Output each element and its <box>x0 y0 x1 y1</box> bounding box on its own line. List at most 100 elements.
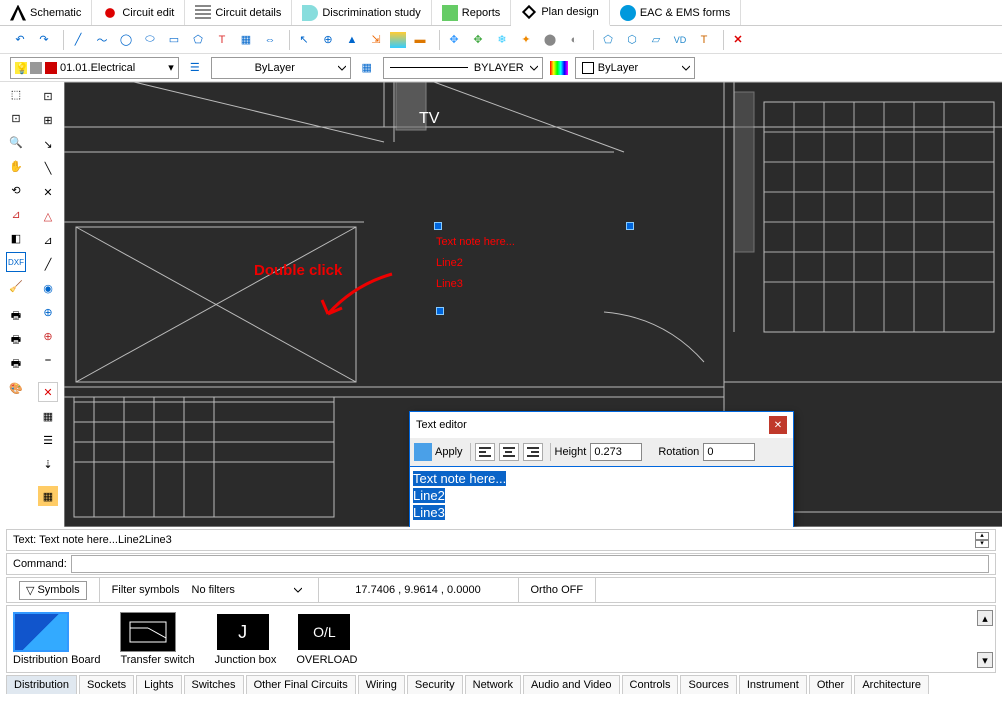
image-tool[interactable] <box>390 32 406 48</box>
align-center-button[interactable] <box>499 443 519 461</box>
symbol-transfer-switch[interactable]: Transfer switch <box>120 612 194 666</box>
line-tool[interactable]: ╱ <box>68 30 88 50</box>
text-tool[interactable]: T <box>212 30 232 50</box>
arrow-icon[interactable]: ⇣ <box>38 454 58 474</box>
undo-button[interactable]: ↶ <box>10 30 30 50</box>
zoom-window-icon[interactable]: ⊡ <box>6 108 26 128</box>
snap-mid-icon[interactable]: ⊞ <box>38 110 58 130</box>
snap-int-icon[interactable]: ✕ <box>38 182 58 202</box>
trim-tool[interactable]: ⬤ <box>540 30 560 50</box>
align-right-button[interactable] <box>523 443 543 461</box>
font-tool[interactable]: T <box>694 30 714 50</box>
selection-handle[interactable] <box>626 222 634 230</box>
gallery-scroll-up[interactable]: ▴ <box>977 610 993 626</box>
extend-tool[interactable]: ◐ <box>564 30 584 50</box>
snap-node-icon[interactable]: ◉ <box>38 278 58 298</box>
ellipse-tool[interactable]: ⬭ <box>140 30 160 50</box>
drawing-canvas[interactable]: TV Text note here... Line2 Line3 Double … <box>64 82 1002 527</box>
symbol-distribution-board[interactable]: Distribution Board <box>13 612 100 666</box>
dimension-tool[interactable]: ⇔ <box>260 30 280 50</box>
zoom-prev-icon[interactable]: ⟲ <box>6 180 26 200</box>
layer-manager-icon[interactable]: ☰ <box>185 58 205 78</box>
vd-tool[interactable]: VD <box>670 30 690 50</box>
command-input[interactable] <box>71 555 989 573</box>
move-tool[interactable]: ✥ <box>444 30 464 50</box>
layer-selector[interactable]: 💡 01.01.Electrical ▾ <box>10 57 179 79</box>
rotate-tool[interactable]: ✥ <box>468 30 488 50</box>
apply-button[interactable]: Apply <box>414 443 463 461</box>
join-tool[interactable]: ▱ <box>646 30 666 50</box>
arc-tool[interactable]: 〜 <box>92 30 112 50</box>
print-icon[interactable]: 🖶 <box>6 306 26 326</box>
measure-tool[interactable]: ↖ <box>294 30 314 50</box>
dxf-icon[interactable]: DXF <box>6 252 26 272</box>
scale-tool[interactable]: ❄ <box>492 30 512 50</box>
snap-ins-icon[interactable]: ⊕ <box>38 302 58 322</box>
symbol-overload[interactable]: O/LOVERLOAD <box>296 612 357 666</box>
text-note[interactable]: Text note here... Line2 Line3 <box>436 229 515 292</box>
history-spinner[interactable]: ▴▾ <box>975 532 989 548</box>
mirror-tool[interactable]: ▲ <box>342 30 362 50</box>
tab-schematic[interactable]: Schematic <box>0 0 92 25</box>
snap-end-icon[interactable]: ⊡ <box>38 86 58 106</box>
snap-tan-icon[interactable]: ╱ <box>38 254 58 274</box>
snap-quad-icon[interactable]: ⊿ <box>38 230 58 250</box>
palette-icon[interactable]: 🎨 <box>6 378 26 398</box>
lineweight-icon[interactable]: ▦ <box>357 58 377 78</box>
ortho-toggle[interactable]: Ortho OFF <box>531 584 584 596</box>
bot-tab-audio-video[interactable]: Audio and Video <box>523 675 620 694</box>
height-input[interactable] <box>590 443 642 461</box>
tab-circuit-details[interactable]: Circuit details <box>185 0 292 25</box>
snap-ext-icon[interactable]: ⊕ <box>38 326 58 346</box>
editor-line[interactable]: Line3 <box>413 505 445 520</box>
align-left-button[interactable] <box>475 443 495 461</box>
lineweight-select[interactable]: BYLAYER <box>383 57 543 79</box>
editor-line[interactable]: Text note here... <box>413 471 506 486</box>
tab-reports[interactable]: Reports <box>432 0 512 25</box>
symbols-button[interactable]: ▽Symbols <box>19 581 87 600</box>
pan-icon[interactable]: ✋ <box>6 156 26 176</box>
color-select[interactable]: ByLayer <box>575 57 695 79</box>
bot-tab-switches[interactable]: Switches <box>184 675 244 694</box>
snap-par-icon[interactable]: ⎯ <box>38 350 58 370</box>
tab-eac[interactable]: EAC & EMS forms <box>610 0 741 25</box>
regen-icon[interactable]: ◧ <box>6 228 26 248</box>
layer-tool[interactable]: ▬ <box>410 30 430 50</box>
bot-tab-sources[interactable]: Sources <box>680 675 736 694</box>
tab-circuit-edit[interactable]: Circuit edit <box>92 0 185 25</box>
delete-button[interactable]: ✕ <box>728 30 748 50</box>
bot-tab-controls[interactable]: Controls <box>622 675 679 694</box>
array-tool[interactable]: ✦ <box>516 30 536 50</box>
bot-tab-architecture[interactable]: Architecture <box>854 675 929 694</box>
explode-tool[interactable]: ⬠ <box>598 30 618 50</box>
text-editor-body[interactable]: Text note here... Line2 Line3 <box>410 466 793 527</box>
plot-icon[interactable]: 🖶 <box>6 354 26 374</box>
circle-tool[interactable]: ◯ <box>116 30 136 50</box>
bot-tab-lights[interactable]: Lights <box>136 675 181 694</box>
rotation-input[interactable] <box>703 443 755 461</box>
bot-tab-distribution[interactable]: Distribution <box>6 675 77 694</box>
dialog-titlebar[interactable]: Text editor ✕ <box>410 412 793 438</box>
zoom-scale-icon[interactable]: ⊿ <box>6 204 26 224</box>
bot-tab-wiring[interactable]: Wiring <box>358 675 405 694</box>
gallery-scroll-down[interactable]: ▾ <box>977 652 993 668</box>
close-x-icon[interactable]: ✕ <box>38 382 58 402</box>
symbol-junction-box[interactable]: JJunction box <box>215 612 277 666</box>
snap-perp-icon[interactable]: ↘ <box>38 134 58 154</box>
tab-plan-design[interactable]: Plan design <box>511 0 610 26</box>
editor-line[interactable]: Line2 <box>413 488 445 503</box>
snap-cen-icon[interactable]: △ <box>38 206 58 226</box>
zoom-in-icon[interactable]: 🔍 <box>6 132 26 152</box>
tab-discrimination[interactable]: Discrimination study <box>292 0 431 25</box>
bot-tab-network[interactable]: Network <box>465 675 521 694</box>
list-icon[interactable]: ☰ <box>38 430 58 450</box>
bot-tab-other[interactable]: Other <box>809 675 853 694</box>
table-icon[interactable]: ▦ <box>38 486 58 506</box>
break-tool[interactable]: ⬡ <box>622 30 642 50</box>
clean-icon[interactable]: 🧹 <box>6 276 26 296</box>
filter-select[interactable]: No filters <box>186 579 306 601</box>
color-picker-icon[interactable] <box>549 58 569 78</box>
bot-tab-other-final[interactable]: Other Final Circuits <box>246 675 356 694</box>
grid-icon[interactable]: ▦ <box>38 406 58 426</box>
rect-tool[interactable]: ▭ <box>164 30 184 50</box>
